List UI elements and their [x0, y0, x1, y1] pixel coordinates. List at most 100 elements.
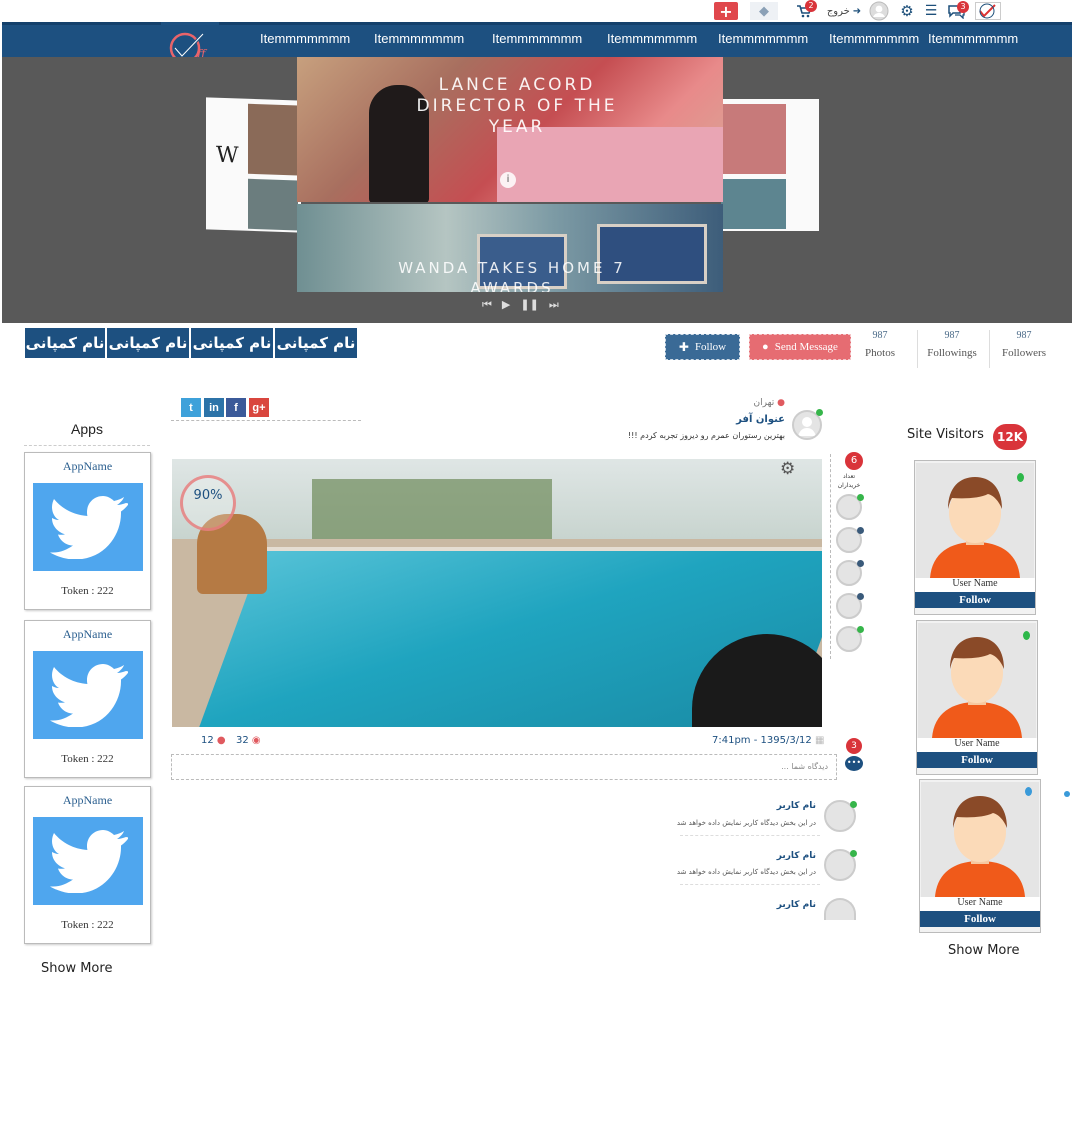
comment-user[interactable]: نام کاربر	[720, 851, 816, 861]
visitor-username: User Name	[917, 738, 1037, 752]
comment-divider	[680, 835, 820, 836]
visitor-username: User Name	[920, 897, 1040, 911]
comment-text: در این بخش دیدگاه کاربر نمایش داده خواهد…	[676, 819, 816, 827]
app-name: AppName	[62, 627, 113, 641]
gear-icon[interactable]: ⚙	[898, 2, 916, 20]
map-pin-icon: ●	[777, 398, 785, 408]
next-icon[interactable]: ⏭	[549, 298, 559, 312]
online-status-dot	[857, 527, 864, 534]
lock-icon[interactable]: ◆	[750, 2, 778, 20]
company-tab[interactable]: نام کمپانی	[190, 327, 274, 359]
nav-item[interactable]: Itemmmmmmm	[374, 31, 464, 46]
visitor-card[interactable]: User Name Follow	[914, 460, 1036, 615]
hero-carousel[interactable]: W LANCE ACORD DIRECTOR OF THE YEAR i WAN…	[2, 57, 1072, 323]
comment-input[interactable]: دیدگاه شما ...	[171, 754, 837, 780]
online-status-dot	[1023, 631, 1030, 640]
linkedin-share-icon[interactable]: in	[204, 398, 224, 417]
carousel-side-slide-right[interactable]	[721, 99, 819, 231]
app-token: Token : 222	[61, 753, 114, 765]
list-icon[interactable]: ☰	[921, 2, 941, 20]
comment-icon: ●	[216, 735, 226, 746]
comments-bubble-icon: •••	[845, 756, 863, 771]
add-button[interactable]: +	[714, 2, 738, 21]
nav-item[interactable]: Itemmmmmmm	[829, 31, 919, 46]
comment-user[interactable]: نام کاربر	[720, 801, 816, 811]
nav-item[interactable]: Itemmmmmmm	[607, 31, 697, 46]
garden-trees	[312, 479, 552, 539]
play-icon[interactable]: ▶	[502, 298, 510, 312]
app-card[interactable]: AppName Token : 222	[24, 786, 151, 944]
online-status-dot	[1064, 791, 1070, 797]
twitter-bird-icon	[32, 483, 143, 571]
buyers-label: تعداد خریداران	[837, 473, 861, 489]
add-user-icon: ✚	[678, 339, 689, 354]
stat-followers[interactable]: 987 Followers	[989, 330, 1059, 359]
slide-headline: LANCE ACORD DIRECTOR OF THE YEAR	[416, 75, 618, 137]
company-tab[interactable]: نام کمپانی	[106, 327, 190, 359]
visitor-follow-button[interactable]: Follow	[920, 911, 1040, 927]
post-title[interactable]: عنوان آفر	[640, 414, 785, 425]
user-placeholder-avatar	[921, 782, 1039, 897]
post-settings-gear-icon[interactable]: ⚙	[780, 459, 795, 479]
prev-icon[interactable]: ⏮	[482, 298, 492, 312]
app-name: AppName	[62, 793, 113, 807]
logout-link[interactable]: خروج ➜	[822, 2, 866, 20]
nav-item[interactable]: Itemmmmmmm	[718, 31, 808, 46]
nav-item[interactable]: Itemmmmmmm	[492, 31, 582, 46]
user-placeholder-avatar	[916, 463, 1034, 578]
carousel-slide-main-bottom[interactable]: WANDA TAKES HOME 7 AWARDS	[297, 204, 723, 292]
views-count: 32 ◉	[236, 735, 261, 746]
online-status-dot	[857, 593, 864, 600]
side-slide-image	[248, 178, 298, 231]
twitter-bird-icon	[32, 817, 143, 905]
logout-icon: ➜	[852, 5, 862, 17]
nav-item[interactable]: Itemmmmmmm	[928, 31, 1018, 46]
visitors-show-more-link[interactable]: Show More	[948, 943, 1019, 958]
user-placeholder-avatar	[918, 623, 1036, 738]
visitor-follow-button[interactable]: Follow	[917, 752, 1037, 768]
online-status-dot	[1017, 473, 1024, 482]
stat-value: 987	[944, 330, 960, 341]
user-avatar-icon[interactable]	[868, 1, 890, 21]
twitter-share-icon[interactable]: t	[181, 398, 201, 417]
comments-count[interactable]: 12 ●	[201, 735, 226, 746]
stat-label: Followings	[927, 347, 977, 359]
carousel-controls: ⏮ ▶ ❚❚ ⏭	[482, 298, 559, 312]
post-image[interactable]: 90% ⚙	[172, 459, 822, 727]
app-token: Token : 222	[61, 919, 114, 931]
online-status-dot	[857, 494, 864, 501]
visitor-follow-button[interactable]: Follow	[915, 592, 1035, 608]
pause-icon[interactable]: ❚❚	[520, 298, 538, 312]
online-status-dot	[857, 626, 864, 633]
follow-button[interactable]: ✚ Follow	[665, 334, 740, 360]
app-card[interactable]: AppName Token : 222	[24, 452, 151, 610]
stat-followings[interactable]: 987 Followings	[917, 330, 987, 359]
side-slide-image	[721, 179, 786, 229]
stat-photos[interactable]: 987 Photos	[845, 330, 915, 359]
visitor-username: User Name	[915, 578, 1035, 592]
company-tab[interactable]: نام کمپانی	[274, 327, 358, 359]
visitor-card[interactable]: User Name Follow	[919, 779, 1041, 933]
facebook-share-icon[interactable]: f	[226, 398, 246, 417]
comments-count-value: 12	[201, 735, 214, 746]
nav-item[interactable]: Itemmmmmmm	[260, 31, 350, 46]
comment-avatar[interactable]	[824, 898, 856, 920]
post-datetime-text: 7:41pm - 1395/3/12	[712, 735, 812, 746]
brand-logo-small[interactable]	[975, 2, 1001, 20]
visitor-card[interactable]: User Name Follow	[916, 620, 1038, 775]
online-status-dot	[850, 801, 857, 808]
apps-show-more-link[interactable]: Show More	[41, 961, 112, 976]
send-message-button[interactable]: ● Send Message	[749, 334, 851, 360]
stat-label: Followers	[1002, 347, 1046, 359]
company-tab[interactable]: نام کمپانی	[24, 327, 106, 359]
googleplus-share-icon[interactable]: g+	[249, 398, 269, 417]
carousel-side-slide-left[interactable]: W	[206, 97, 301, 233]
info-dot-icon[interactable]: i	[500, 172, 516, 188]
comment-user[interactable]: نام کاربر	[720, 900, 816, 910]
carousel-slide-main-top[interactable]: LANCE ACORD DIRECTOR OF THE YEAR i	[297, 57, 723, 202]
logout-label: خروج	[826, 5, 850, 17]
follow-label: Follow	[694, 341, 727, 353]
app-card[interactable]: AppName Token : 222	[24, 620, 151, 778]
online-status-dot	[850, 850, 857, 857]
stat-value: 987	[1016, 330, 1032, 341]
